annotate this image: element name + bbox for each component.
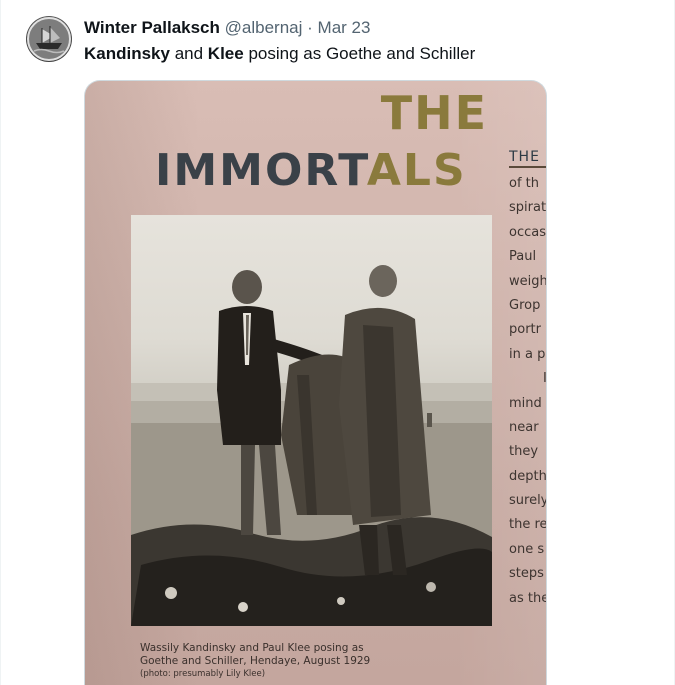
book-title-line2-gold: ALS xyxy=(366,145,467,196)
avatar[interactable] xyxy=(26,16,72,62)
side-text-line: surely xyxy=(509,493,547,509)
photo-caption: Wassily Kandinsky and Paul Klee posing a… xyxy=(140,642,370,681)
tweet-text-mid: and xyxy=(169,44,208,63)
tweet-text: Kandinsky and Klee posing as Goethe and … xyxy=(84,42,475,65)
side-text-line: they xyxy=(509,444,539,460)
photo-figures xyxy=(131,265,492,626)
book-title-line2-dark: IMMORT xyxy=(155,145,367,196)
historic-photograph xyxy=(131,215,492,626)
tweet-page: Winter Pallaksch @albernaj · Mar 23 Kand… xyxy=(0,0,675,685)
avatar-ship-icon xyxy=(27,17,71,61)
side-text-line: occas xyxy=(509,224,546,240)
side-text-line: the re xyxy=(509,517,547,533)
caption-line: Goethe and Schiller, Hendaye, August 192… xyxy=(140,655,371,667)
caption-credit: (photo: presumably Lily Klee) xyxy=(140,669,266,679)
side-text-line: of th xyxy=(509,176,539,191)
side-heading: THE xyxy=(509,149,546,168)
book-side-text: THE of th spirat occas Paul weigh Grop p… xyxy=(509,149,547,611)
tweet-text-rest: posing as Goethe and Schiller xyxy=(243,44,476,63)
side-text-line: in a p xyxy=(509,346,546,362)
side-text-line: depth xyxy=(509,468,547,484)
side-text-line: portr xyxy=(509,322,541,338)
side-text-line: steps xyxy=(509,566,544,582)
author-name[interactable]: Winter Pallaksch xyxy=(84,18,220,37)
header-separator: · xyxy=(307,18,313,37)
side-text-line: near xyxy=(509,419,539,435)
author-handle[interactable]: @albernaj xyxy=(225,18,303,37)
side-text-line: spirat xyxy=(509,200,547,216)
side-text-line: as the xyxy=(509,590,547,606)
caption-line: Wassily Kandinsky and Paul Klee posing a… xyxy=(140,642,364,654)
side-text-line: Paul xyxy=(509,249,537,265)
side-text-line: one s xyxy=(509,541,545,557)
tweet-text-bold-1: Kandinsky xyxy=(84,44,170,63)
book-title-line2: IMMORTALS xyxy=(155,143,467,199)
book-title-line1: THE xyxy=(380,86,488,140)
side-text-line: I xyxy=(543,371,547,387)
side-text-line: weigh xyxy=(509,273,547,289)
side-text-line: Grop xyxy=(509,297,541,313)
tweet-header: Winter Pallaksch @albernaj · Mar 23 xyxy=(84,17,370,39)
tweet-media-image[interactable]: THE IMMORTALS THE of th spirat occas Pau… xyxy=(84,80,547,685)
tweet-date[interactable]: Mar 23 xyxy=(318,18,371,37)
side-text-line: mind xyxy=(509,395,542,411)
tweet-text-bold-2: Klee xyxy=(207,44,244,63)
